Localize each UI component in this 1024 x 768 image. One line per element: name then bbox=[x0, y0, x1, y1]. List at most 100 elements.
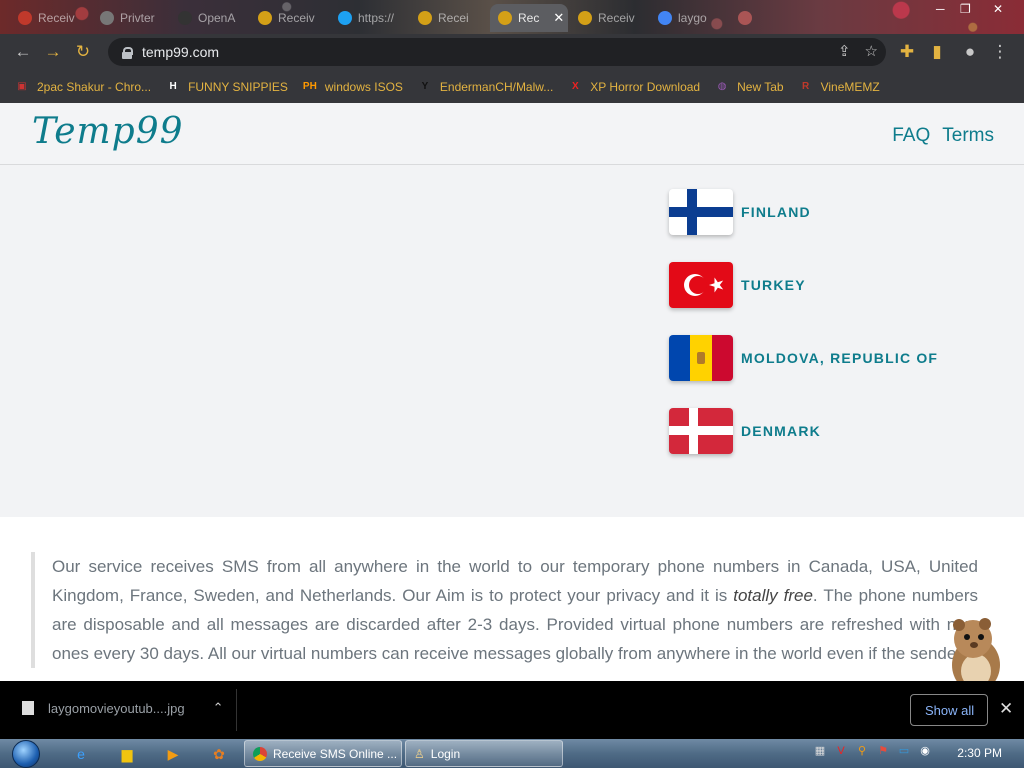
tab-favicon-icon bbox=[498, 11, 512, 25]
browser-tab[interactable]: Privter bbox=[92, 4, 168, 32]
finland-flag-icon bbox=[669, 189, 733, 235]
taskbar-button-chrome[interactable]: Receive SMS Online ... bbox=[244, 740, 402, 767]
bookmark-icon: PH bbox=[302, 81, 317, 92]
tray-app-icon[interactable]: ▦ bbox=[812, 743, 828, 759]
browser-tab[interactable]: Receiv bbox=[10, 4, 86, 32]
tab-favicon-icon bbox=[258, 11, 272, 25]
country-item-denmark[interactable]: DENMARK bbox=[669, 408, 938, 454]
bookmark-label: EndermanCH/Malw... bbox=[439, 79, 554, 94]
bookmark-label: 2pac Shakur - Chro... bbox=[37, 79, 152, 94]
bookmark-icon: X bbox=[571, 81, 579, 92]
country-item-turkey[interactable]: TURKEY bbox=[669, 262, 938, 308]
file-icon bbox=[22, 701, 34, 715]
tab-strip: Receiv Privter OpenA Receiv https:// Recei Rec… bbox=[0, 0, 1024, 34]
nav-terms[interactable]: Terms bbox=[942, 125, 994, 147]
bookmark-item[interactable]: ◍ New Tab bbox=[714, 79, 784, 95]
tab-favicon-icon bbox=[738, 11, 752, 25]
tab-favicon-icon bbox=[658, 11, 672, 25]
bookmark-item[interactable]: PH windows ISOS bbox=[302, 79, 403, 95]
tray-volume-icon[interactable]: ◉ bbox=[917, 743, 933, 759]
internet-explorer-icon[interactable]: e bbox=[70, 743, 92, 765]
clock[interactable]: 2:30 PM bbox=[957, 746, 1002, 760]
country-name: FINLAND bbox=[741, 204, 811, 220]
tab-title: Receiv bbox=[278, 11, 315, 25]
sidepanel-icon[interactable]: ▮ bbox=[922, 37, 952, 67]
tab-title: Rec bbox=[518, 11, 540, 25]
country-item-moldova[interactable]: MOLDOVA, REPUBLIC OF bbox=[669, 335, 938, 381]
tray-flag-icon[interactable]: ⚑ bbox=[875, 743, 891, 759]
bookmark-label: New Tab bbox=[737, 79, 784, 94]
denmark-flag-icon bbox=[669, 408, 733, 454]
tray-v-icon[interactable]: V bbox=[833, 743, 849, 759]
reload-icon[interactable]: ↻ bbox=[68, 37, 98, 67]
share-icon[interactable]: ⇪ bbox=[838, 42, 851, 60]
country-name: DENMARK bbox=[741, 423, 821, 439]
browser-tab[interactable]: Rec ✕ bbox=[490, 4, 568, 32]
lock-icon bbox=[122, 46, 133, 59]
media-player-icon[interactable]: ▶ bbox=[162, 743, 184, 765]
download-filename: laygomovieyoutub....jpg bbox=[48, 700, 185, 716]
moldova-flag-icon bbox=[669, 335, 733, 381]
app-icon[interactable]: ✿ bbox=[208, 743, 230, 765]
site-header: Temp99 FAQ Terms bbox=[0, 103, 1024, 165]
country-name: MOLDOVA, REPUBLIC OF bbox=[741, 350, 939, 366]
start-button[interactable] bbox=[6, 739, 46, 768]
service-description: Our service receives SMS from all anywhe… bbox=[31, 552, 978, 668]
address-bar[interactable]: temp99.com ⇪ ☆ bbox=[108, 38, 886, 66]
chrome-icon bbox=[253, 746, 267, 761]
taskbar-button-login[interactable]: ♙ Login bbox=[405, 740, 563, 767]
minimize-icon[interactable]: ─ bbox=[936, 2, 945, 16]
country-name: TURKEY bbox=[741, 277, 806, 293]
extensions-icon[interactable]: ✚ bbox=[892, 37, 922, 67]
browser-tab[interactable]: https:// bbox=[330, 4, 406, 32]
nav-faq[interactable]: FAQ bbox=[892, 125, 930, 147]
back-icon[interactable]: ← bbox=[8, 37, 38, 67]
close-window-icon[interactable]: ✕ bbox=[993, 2, 1003, 16]
bookmark-label: FUNNY SNIPPIES bbox=[188, 79, 288, 94]
profile-icon[interactable]: ● bbox=[955, 37, 985, 67]
star-icon[interactable]: ☆ bbox=[865, 42, 878, 60]
bookmark-item[interactable]: H FUNNY SNIPPIES bbox=[165, 79, 288, 95]
turkey-flag-icon bbox=[669, 262, 733, 308]
country-item-finland[interactable]: FINLAND bbox=[669, 189, 938, 235]
folder-icon[interactable]: ▆ bbox=[116, 743, 138, 765]
download-item[interactable]: laygomovieyoutub....jpg ⌃ bbox=[22, 700, 224, 716]
url-text: temp99.com bbox=[142, 44, 220, 60]
tab-favicon-icon bbox=[178, 11, 192, 25]
bookmark-item[interactable]: X XP Horror Download bbox=[567, 79, 700, 95]
browser-tab[interactable]: Recei bbox=[410, 4, 486, 32]
bookmark-icon: ◍ bbox=[717, 81, 727, 92]
bookmark-item[interactable]: Y EndermanCH/Malw... bbox=[417, 79, 554, 95]
bookmarks-bar: ▣ 2pac Shakur - Chro... H FUNNY SNIPPIES PH w… bbox=[0, 70, 1024, 103]
bookmark-item[interactable]: R VineMEMZ bbox=[798, 79, 880, 95]
restore-icon[interactable]: ❐ bbox=[960, 2, 971, 16]
browser-toolbar: ← → ↻ temp99.com ⇪ ☆ ✚ ▮ ● ⋮ bbox=[0, 34, 1024, 70]
forward-icon[interactable]: → bbox=[38, 37, 68, 67]
web-page: Temp99 FAQ Terms FINLAND TURKEY MOLDOVA,… bbox=[0, 103, 1024, 681]
tab-title: Privter bbox=[120, 11, 155, 25]
bookmark-item[interactable]: ▣ 2pac Shakur - Chro... bbox=[14, 79, 151, 95]
site-logo[interactable]: Temp99 bbox=[32, 111, 184, 152]
tray-monitor-icon[interactable]: ▭ bbox=[896, 743, 912, 759]
browser-tab[interactable]: OpenA bbox=[170, 4, 246, 32]
menu-icon[interactable]: ⋮ bbox=[985, 37, 1015, 67]
windows-taskbar: e ▆ ▶ ✿ Receive SMS Online ... ♙ Login ▦… bbox=[0, 739, 1024, 768]
tab-favicon-icon bbox=[100, 11, 114, 25]
download-shelf: laygomovieyoutub....jpg ⌃ Show all ✕ bbox=[0, 681, 1024, 739]
site-nav: FAQ Terms bbox=[892, 125, 994, 147]
show-all-button[interactable]: Show all bbox=[910, 694, 988, 726]
close-shelf-icon[interactable]: ✕ bbox=[999, 699, 1013, 719]
about-section: Our service receives SMS from all anywhe… bbox=[0, 517, 1024, 681]
browser-tab[interactable] bbox=[730, 4, 806, 32]
tray-search-icon[interactable]: ⚲ bbox=[854, 743, 870, 759]
tab-title: Receiv bbox=[598, 11, 635, 25]
close-tab-icon[interactable]: ✕ bbox=[553, 10, 564, 26]
browser-tab[interactable]: Receiv bbox=[570, 4, 646, 32]
windows-logo-icon bbox=[12, 739, 40, 768]
browser-tab[interactable]: laygo bbox=[650, 4, 726, 32]
bookmark-label: VineMEMZ bbox=[820, 79, 880, 94]
login-app-icon: ♙ bbox=[414, 746, 425, 761]
browser-tab[interactable]: Receiv bbox=[250, 4, 326, 32]
tab-favicon-icon bbox=[578, 11, 592, 25]
chevron-up-icon[interactable]: ⌃ bbox=[213, 700, 224, 716]
